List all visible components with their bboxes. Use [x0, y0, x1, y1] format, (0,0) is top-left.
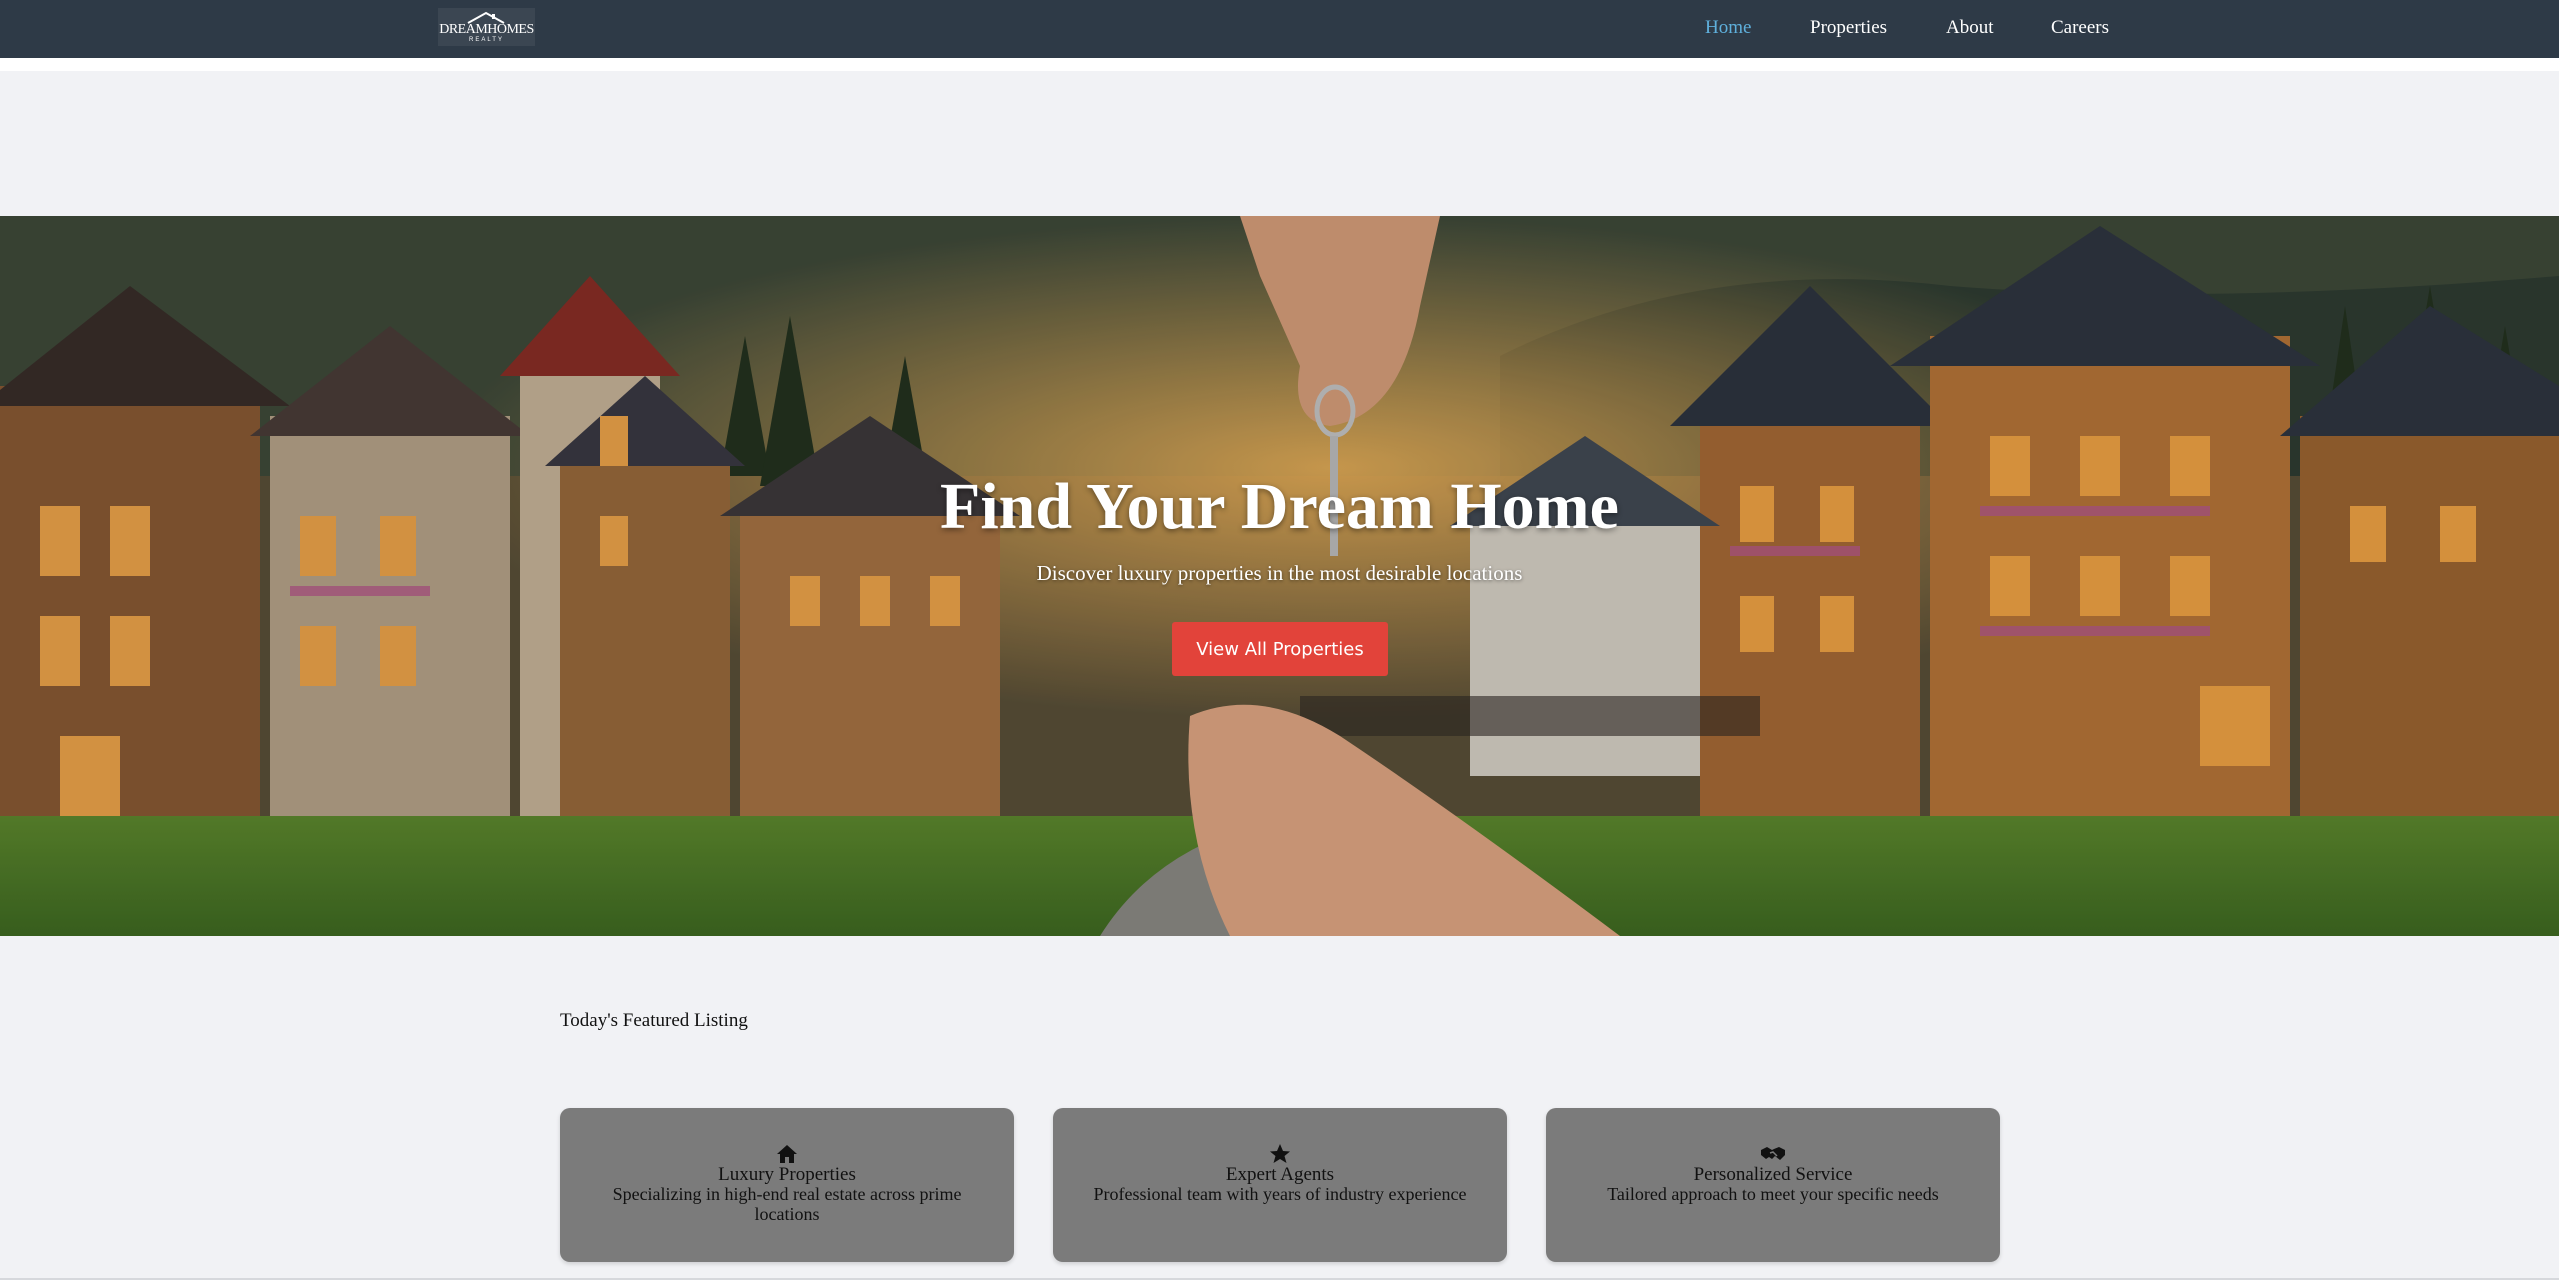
logo-wordmark: DREAMHOMES [439, 22, 534, 37]
feature-card-description: Tailored approach to meet your specific … [1607, 1184, 1939, 1204]
nav-careers-link[interactable]: Careers [2051, 17, 2109, 39]
feature-card-service: Personalized Service Tailored approach t… [1546, 1108, 2000, 1262]
home-icon [560, 1144, 1014, 1166]
handshake-icon [1546, 1144, 2000, 1166]
dreamhomes-logo[interactable]: DREAMHOMES REALTY [438, 8, 535, 46]
header-divider [0, 58, 2559, 71]
top-navbar: DREAMHOMES REALTY Home Properties About … [0, 0, 2559, 58]
nav-home-link[interactable]: Home [1705, 17, 1751, 39]
feature-card-luxury: Luxury Properties Specializing in high-e… [560, 1108, 1014, 1262]
hero-subtitle: Discover luxury properties in the most d… [1036, 561, 1523, 585]
star-icon [1053, 1144, 1507, 1166]
feature-card-agents: Expert Agents Professional team with yea… [1053, 1108, 1507, 1262]
nav-properties-link[interactable]: Properties [1810, 17, 1887, 39]
hero-title: Find Your Dream Home [940, 470, 1619, 543]
feature-card-description: Specializing in high-end real estate acr… [612, 1184, 962, 1224]
feature-card-title: Personalized Service [1693, 1164, 1853, 1185]
feature-card-title: Expert Agents [1225, 1164, 1335, 1185]
feature-card-title: Luxury Properties [718, 1164, 856, 1185]
hero-banner: Find Your Dream Home Discover luxury pro… [0, 216, 2559, 936]
feature-card-description: Professional team with years of industry… [1093, 1184, 1467, 1204]
featured-listing-heading: Today's Featured Listing [560, 1010, 748, 1031]
nav-about-link[interactable]: About [1946, 17, 1994, 39]
logo-tagline: REALTY [469, 37, 504, 43]
view-all-properties-button[interactable]: View All Properties [1172, 622, 1388, 676]
